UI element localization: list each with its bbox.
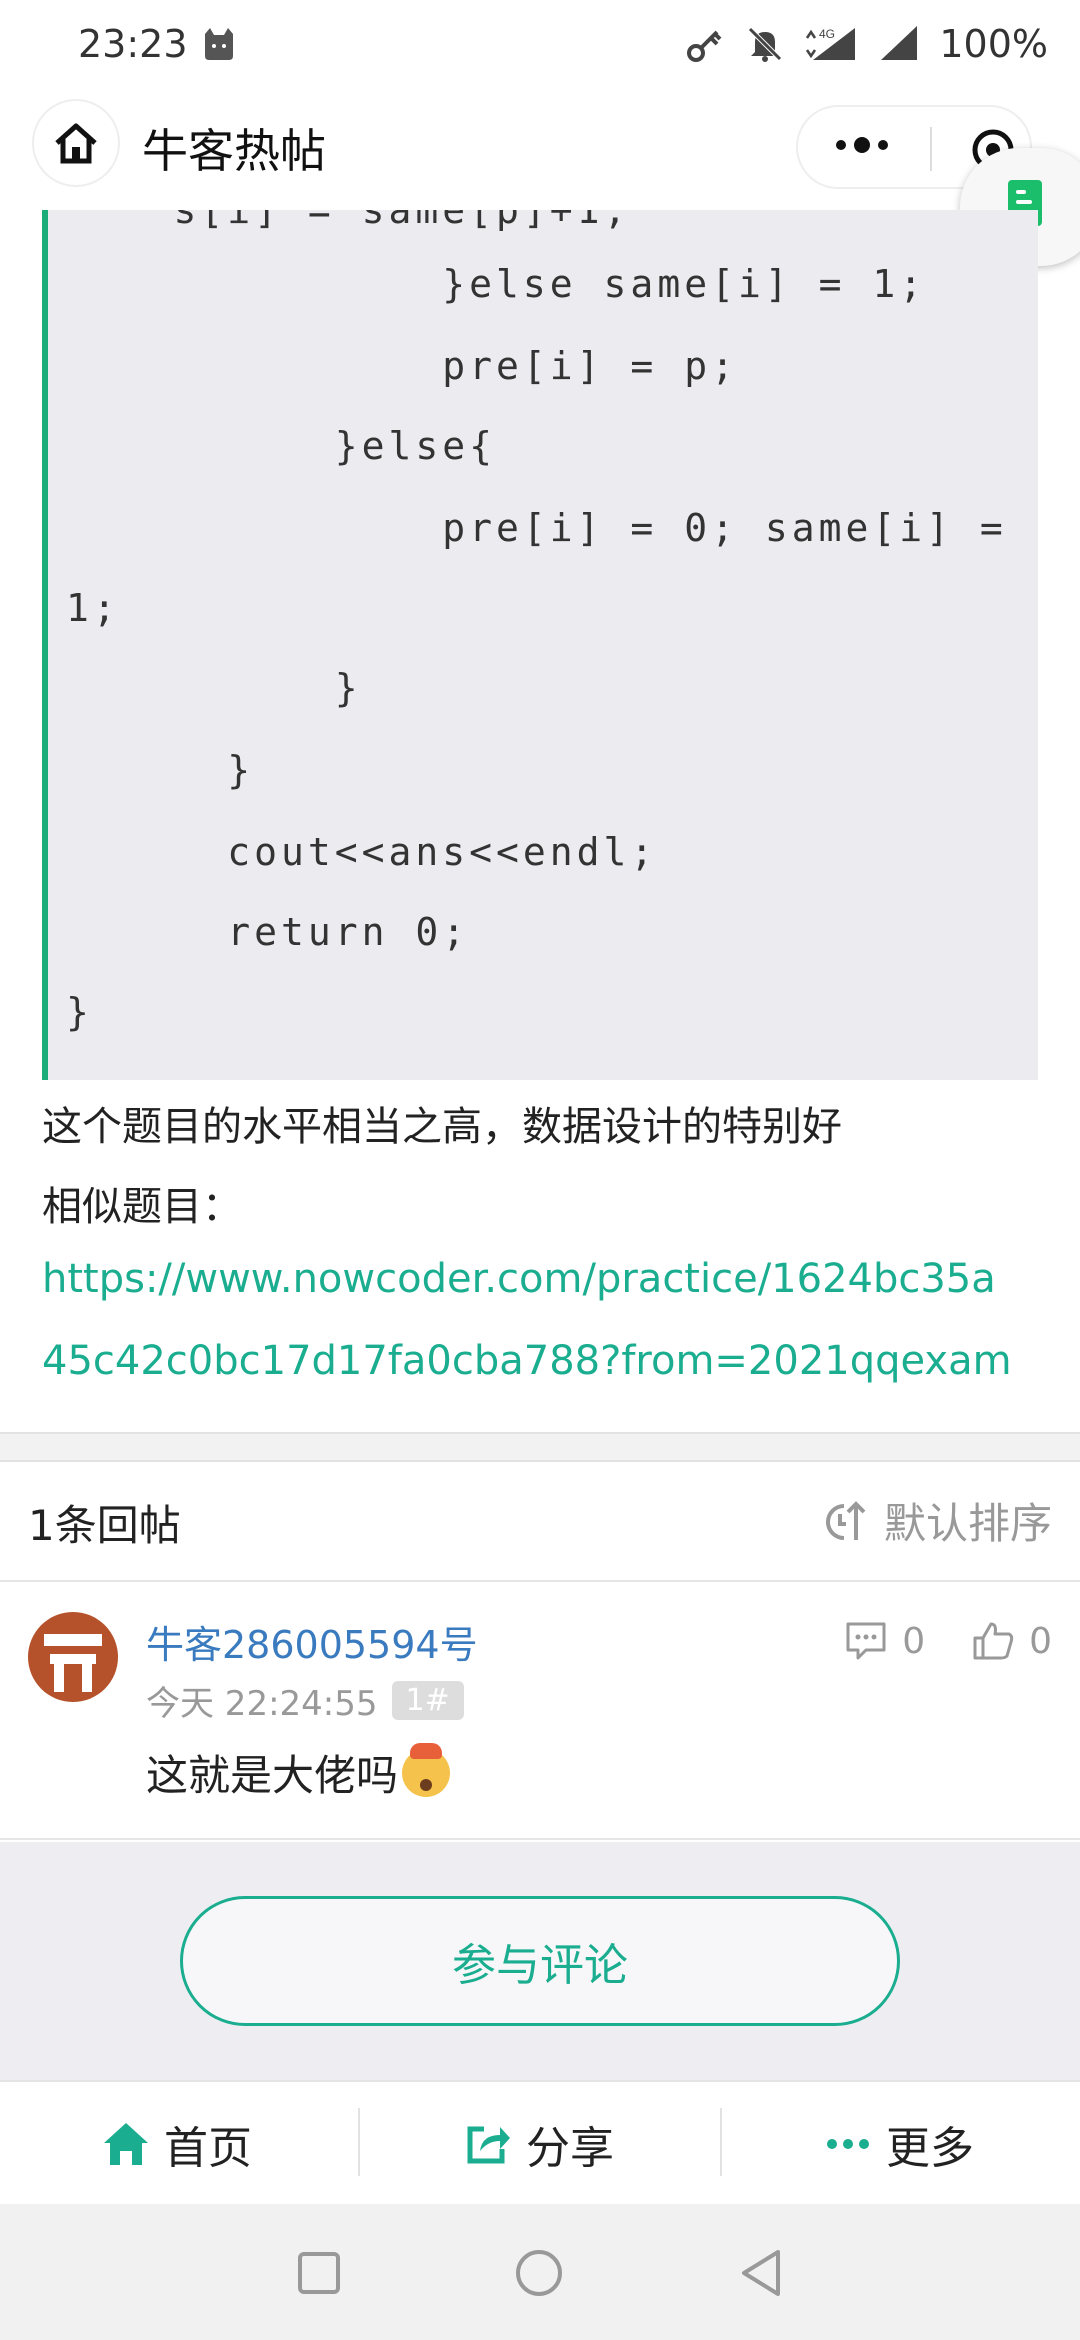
floor-badge: 1#: [391, 1681, 464, 1720]
sort-label: 默认排序: [883, 1499, 1052, 1548]
similar-problem-link[interactable]: https://www.nowcoder.com/practice/1624bc…: [42, 1256, 996, 1302]
code-block: s[i] = same[p]+1; }else same[i] = 1; pre…: [42, 210, 1038, 1080]
signal-icon: [881, 26, 918, 60]
sort-icon: [825, 1500, 866, 1540]
post-comment-text: 这个题目的水平相当之高，数据设计的特别好: [42, 1104, 842, 1150]
signal-4g-icon: 4G: [806, 27, 856, 60]
cat-icon: [205, 28, 233, 60]
code-line: return 0;: [66, 910, 470, 954]
code-line: }: [66, 666, 362, 710]
code-line: pre[i] = 0; same[i] =: [66, 506, 1007, 550]
toolbar-divider: [358, 2108, 360, 2176]
capsule-divider: [930, 127, 932, 171]
share-tab-label: 分享: [526, 2123, 614, 2174]
more-dots-icon[interactable]: [836, 137, 888, 153]
bell-muted-icon: [748, 27, 783, 62]
code-line: }: [66, 748, 255, 792]
reply-header: 1条回帖 默认排序: [0, 1462, 1080, 1582]
system-navigation-bar: [0, 2204, 1080, 2340]
code-line: 1;: [66, 586, 120, 630]
mini-program-navbar: 牛客热帖: [0, 95, 1080, 210]
status-icons: 4G 100%: [685, 22, 1048, 66]
bottom-toolbar: 首页 分享 更多: [0, 2080, 1080, 2204]
battery-level: 100%: [939, 22, 1048, 66]
home-button[interactable]: [32, 99, 120, 187]
more-tab[interactable]: 更多: [824, 2082, 974, 2206]
reply-actions: 0 0: [844, 1620, 1052, 1662]
code-line: }else same[i] = 1;: [66, 262, 927, 306]
comment-count: 0: [902, 1620, 926, 1662]
section-divider: [0, 1432, 1080, 1462]
exploding-head-emoji-icon: [402, 1742, 451, 1797]
more-dots-icon: [827, 2139, 869, 2149]
page-title: 牛客热帖: [142, 124, 326, 178]
home-circle-icon[interactable]: [514, 2248, 564, 2298]
home-filled-icon: [104, 2123, 148, 2165]
home-tab[interactable]: 首页: [102, 2082, 252, 2206]
reply-username[interactable]: 牛客286005594号: [146, 1614, 478, 1669]
avatar[interactable]: [28, 1612, 118, 1702]
similar-problem-link-cont[interactable]: 45c42c0bc17d17fa0cba788?from=2021qqexam: [42, 1338, 1012, 1384]
toolbar-divider: [720, 2108, 722, 2176]
reply-body: 这就是大佬吗: [146, 1742, 451, 1803]
reply-meta: 今天 22:24:55 1#: [146, 1676, 464, 1725]
status-time: 23:23: [78, 22, 188, 66]
similar-label: 相似题目：: [42, 1184, 242, 1230]
code-line: }else{: [66, 424, 497, 468]
share-icon: [467, 2126, 510, 2164]
status-bar: 23:23 4G 100%: [0, 0, 1080, 95]
key-icon: [687, 30, 722, 62]
reply-item: 牛客286005594号 今天 22:24:55 1# 这就是大佬吗 0 0: [0, 1584, 1080, 1840]
comment-icon[interactable]: [844, 1620, 888, 1662]
home-tab-label: 首页: [164, 2123, 252, 2174]
like-count: 0: [1029, 1620, 1052, 1662]
home-icon: [55, 123, 97, 164]
sort-button[interactable]: 默认排序: [820, 1490, 1052, 1551]
back-icon[interactable]: [738, 2248, 784, 2298]
reply-time: 今天 22:24:55: [146, 1684, 378, 1724]
reply-count: 1条回帖: [28, 1501, 181, 1550]
code-line: cout<<ans<<endl;: [66, 830, 658, 874]
reply-text: 这就是大佬吗: [146, 1751, 399, 1800]
code-line: pre[i] = p;: [66, 344, 738, 388]
network-label: 4G: [819, 27, 835, 41]
like-icon[interactable]: [971, 1620, 1015, 1662]
recent-apps-icon[interactable]: [296, 2250, 342, 2296]
code-line: }: [66, 990, 93, 1034]
comment-area: 参与评论: [0, 1842, 1080, 2080]
join-comment-button[interactable]: 参与评论: [180, 1896, 900, 2026]
share-tab[interactable]: 分享: [464, 2082, 614, 2206]
code-line: s[i] = same[p]+1;: [66, 210, 631, 232]
more-tab-label: 更多: [886, 2123, 974, 2174]
